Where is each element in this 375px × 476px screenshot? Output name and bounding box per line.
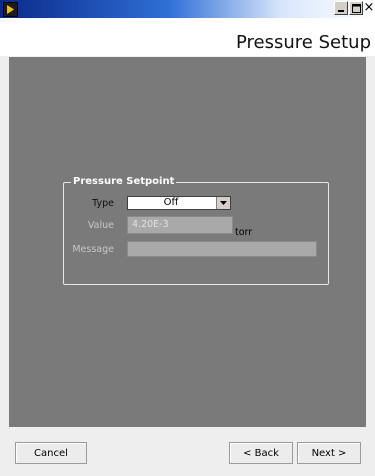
value-label: Value bbox=[87, 220, 114, 231]
back-button[interactable]: < Back bbox=[229, 442, 293, 464]
minimize-icon[interactable] bbox=[334, 1, 348, 15]
chevron-down-icon[interactable] bbox=[216, 197, 230, 209]
app-icon bbox=[3, 2, 18, 17]
window-controls: × bbox=[333, 1, 374, 15]
message-label: Message bbox=[72, 244, 114, 255]
value-field[interactable]: 4.20E-3 bbox=[127, 216, 233, 234]
type-select-value: Off bbox=[163, 197, 179, 208]
pressure-setpoint-group: Pressure Setpoint Type Off Value 4.20E-3… bbox=[63, 176, 329, 285]
next-button[interactable]: Next > bbox=[297, 442, 361, 464]
setup-window: × Pressure Setup Pressure Setpoint Type … bbox=[0, 0, 375, 476]
page-title: Pressure Setup bbox=[236, 32, 371, 53]
footer: Cancel < Back Next > bbox=[0, 428, 375, 476]
main-panel: Pressure Setpoint Type Off Value 4.20E-3… bbox=[9, 57, 366, 427]
type-label: Type bbox=[92, 198, 114, 209]
type-select[interactable]: Off bbox=[127, 196, 231, 210]
close-icon[interactable]: × bbox=[364, 1, 375, 15]
message-field[interactable] bbox=[127, 241, 317, 257]
group-title: Pressure Setpoint bbox=[71, 176, 177, 187]
maximize-icon[interactable] bbox=[349, 1, 363, 15]
page-header: Pressure Setup bbox=[0, 18, 375, 56]
title-bar[interactable]: × bbox=[0, 0, 375, 18]
unit-label: torr bbox=[235, 227, 253, 238]
cancel-button[interactable]: Cancel bbox=[15, 442, 87, 464]
